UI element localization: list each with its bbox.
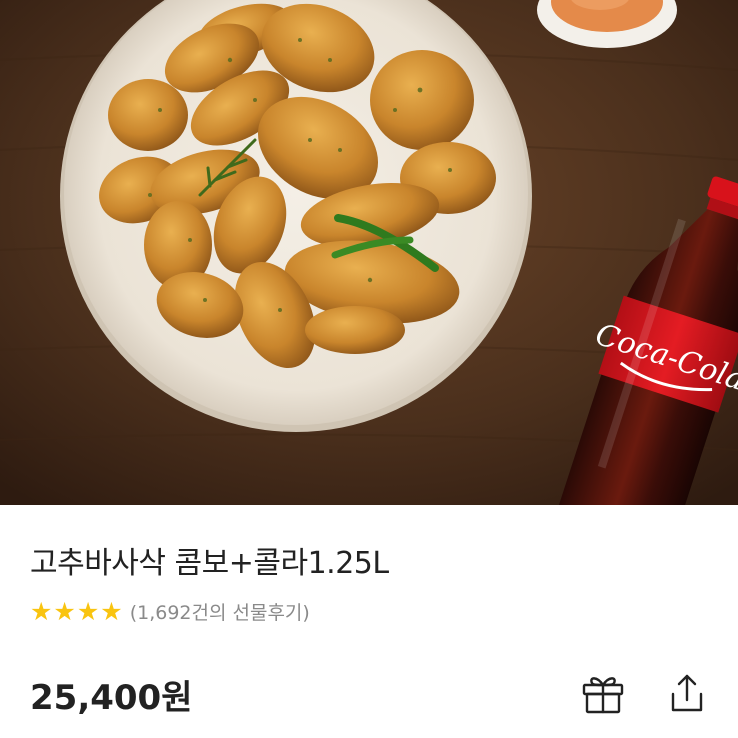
product-title: 고추바사삭 콤보+콜라1.25L	[30, 546, 389, 581]
product-price: 25,400원	[30, 678, 193, 718]
star-icon: ★	[100, 596, 123, 626]
star-icon: ★	[76, 596, 100, 626]
review-count-link[interactable]: (1,692건의 선물후기)	[130, 598, 310, 625]
product-detail-page: Coca-Cola 고추바사삭 콤보+콜라1.25L ★ ★ ★ ★ (1,69…	[0, 0, 738, 738]
product-image[interactable]: Coca-Cola	[0, 0, 738, 505]
gift-icon	[582, 677, 624, 714]
share-button[interactable]	[662, 668, 712, 718]
star-icon: ★	[53, 596, 76, 626]
star-icon: ★	[30, 596, 53, 626]
share-icon	[671, 674, 703, 712]
rating-stars: ★ ★ ★ ★	[30, 599, 124, 624]
product-photo-illustration: Coca-Cola	[0, 0, 738, 505]
gift-button[interactable]	[578, 668, 628, 718]
rating-row[interactable]: ★ ★ ★ ★ (1,692건의 선물후기)	[30, 597, 310, 625]
